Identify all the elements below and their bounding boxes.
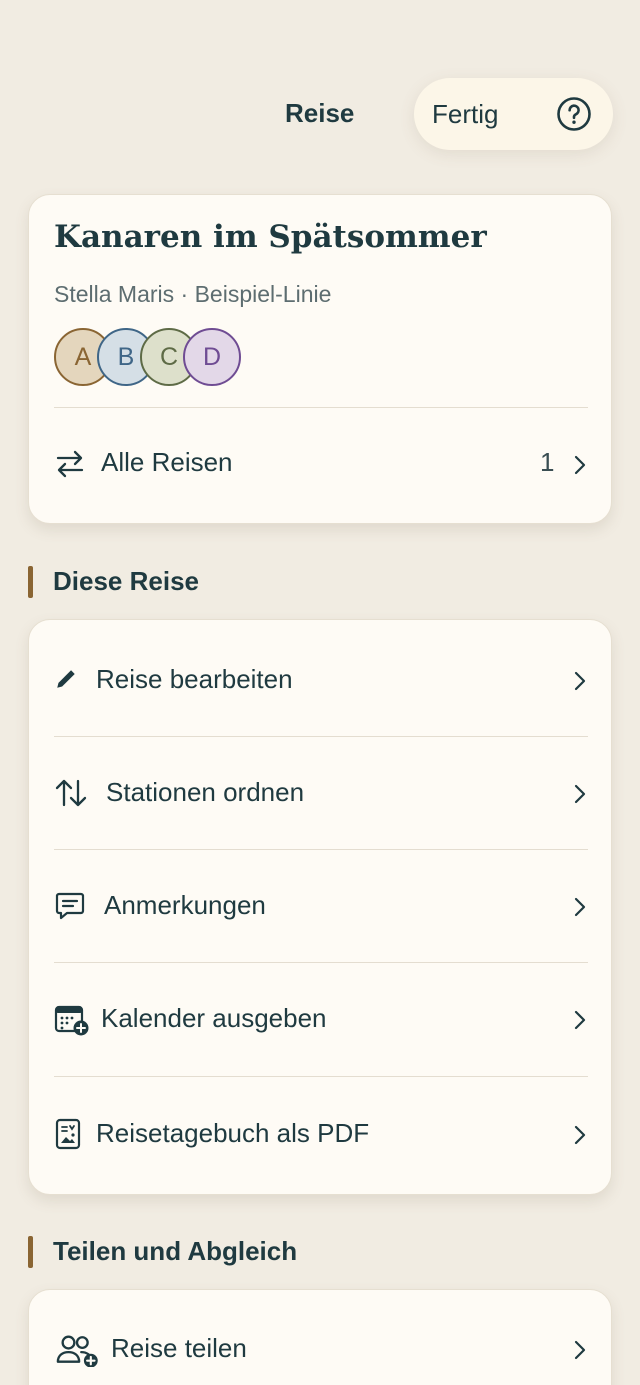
menu-item-label: Reisetagebuch als PDF [96, 1118, 370, 1148]
menu-item-export-calendar[interactable]: Kalender ausgeben [29, 963, 611, 1076]
trip-card: Kanaren im Spätsommer Stella Maris · Bei… [28, 194, 612, 524]
chevron-right-icon [574, 897, 586, 917]
avatar-initial: C [159, 342, 179, 371]
chevron-right-icon [574, 1010, 586, 1030]
users-add-icon [56, 1335, 98, 1367]
sharing-card: Reise teilen [28, 1289, 612, 1385]
help-circle-icon[interactable] [556, 96, 592, 132]
switch-arrows-icon [56, 450, 84, 478]
menu-item-label: Anmerkungen [104, 890, 266, 920]
chevron-right-icon [574, 1340, 586, 1360]
done-button[interactable]: Fertig [432, 99, 498, 130]
header-actions: Fertig [414, 78, 613, 150]
avatar-initial: A [74, 342, 92, 371]
comment-icon [55, 892, 85, 920]
section-accent-bar [28, 1236, 33, 1268]
trip-subtitle: Stella Maris · Beispiel-Linie [54, 281, 332, 307]
chevron-right-icon [574, 455, 586, 475]
top-bar: Reise Fertig [0, 0, 640, 160]
avatar-initial: D [202, 342, 222, 371]
chevron-right-icon [574, 784, 586, 804]
all-trips-row[interactable]: Alle Reisen 1 [29, 408, 611, 523]
chevron-right-icon [574, 671, 586, 691]
menu-item-notes[interactable]: Anmerkungen [29, 850, 611, 963]
document-image-icon [55, 1118, 81, 1150]
avatar: D [183, 328, 241, 386]
menu-item-label: Reise teilen [111, 1333, 247, 1363]
sort-arrows-icon [55, 779, 87, 807]
menu-item-edit-trip[interactable]: Reise bearbeiten [29, 620, 611, 737]
page-title: Reise [285, 98, 355, 128]
participant-avatars: A B C D [54, 328, 254, 386]
menu-item-label: Kalender ausgeben [101, 1003, 327, 1033]
all-trips-label: Alle Reisen [101, 447, 233, 477]
menu-item-share-trip[interactable]: Reise teilen [29, 1290, 611, 1385]
section-title: Diese Reise [53, 566, 199, 596]
menu-item-journal-pdf[interactable]: Reisetagebuch als PDF [29, 1077, 611, 1194]
chevron-right-icon [574, 1125, 586, 1145]
menu-item-label: Reise bearbeiten [96, 664, 293, 694]
calendar-add-icon [54, 1005, 89, 1036]
avatar-initial: B [117, 342, 135, 371]
section-accent-bar [28, 566, 33, 598]
section-title: Teilen und Abgleich [53, 1236, 298, 1266]
menu-item-label: Stationen ordnen [106, 777, 305, 807]
pencil-icon [57, 670, 75, 688]
trip-count: 1 [540, 447, 555, 477]
trip-name: Kanaren im Spätsommer [54, 219, 487, 255]
menu-item-order-stations[interactable]: Stationen ordnen [29, 737, 611, 850]
trip-actions-card: Reise bearbeiten Stationen ordnen Anmerk… [28, 619, 612, 1195]
